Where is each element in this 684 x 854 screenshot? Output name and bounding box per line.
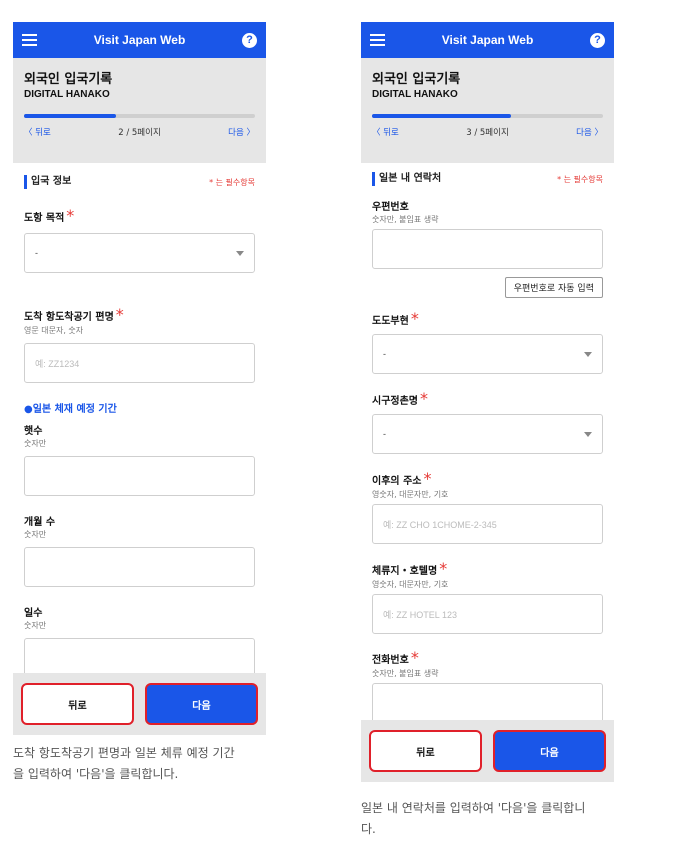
- postal-label: 우편번호: [372, 202, 409, 213]
- pager: 〈 뒤로 2 / 5페이지 다음 〉: [24, 126, 255, 138]
- page-count: 3 / 5페이지: [466, 128, 509, 138]
- address-input[interactable]: 예: ZZ CHO 1CHOME-2-345: [372, 504, 603, 544]
- address-hint: 영숫자, 대문자만, 기호: [372, 490, 449, 499]
- page-title: 외국인 입국기록: [372, 72, 461, 87]
- progress-fill: [24, 114, 117, 118]
- days-input[interactable]: [24, 638, 255, 678]
- left-screen: Visit Japan Web ? 외국인 입국기록 DIGITAL HANAK…: [13, 22, 266, 735]
- user-name: DIGITAL HANAKO: [372, 89, 458, 100]
- left-caption: 도착 항도착공기 편명과 일본 체류 예정 기간 을 입력하여 '다음'을 클릭…: [13, 743, 343, 785]
- years-label: 햇수: [24, 426, 43, 437]
- prefecture-select[interactable]: -: [372, 334, 603, 374]
- phone-hint: 숫자만, 붙임표 생략: [372, 669, 439, 678]
- top-bar: Visit Japan Web ?: [361, 22, 614, 58]
- flight-input[interactable]: 예: ZZ1234: [24, 343, 255, 383]
- chevron-down-icon: [236, 250, 244, 256]
- hotel-input[interactable]: 예: ZZ HOTEL 123: [372, 594, 603, 634]
- required-mark: *: [439, 559, 448, 578]
- caption-line: 일본 내 연락처를 입력하여 '다음'을 클릭합니: [361, 801, 586, 815]
- caption-line: 도착 항도착공기 편명과 일본 체류 예정 기간: [13, 746, 235, 760]
- required-mark: *: [66, 206, 75, 225]
- menu-icon[interactable]: [22, 34, 37, 46]
- address-placeholder: 예: ZZ CHO 1CHOME-2-345: [383, 519, 497, 530]
- back-link[interactable]: 〈 뒤로: [372, 126, 399, 138]
- back-link[interactable]: 〈 뒤로: [24, 126, 51, 138]
- days-hint: 숫자만: [24, 621, 47, 630]
- years-hint: 숫자만: [24, 439, 47, 448]
- postal-autofill-button[interactable]: 우편번호로 자동 입력: [504, 277, 603, 298]
- required-mark: *: [115, 305, 124, 324]
- flight-hint: 영문 대문자, 숫자: [24, 326, 84, 335]
- pager: 〈 뒤로 3 / 5페이지 다음 〉: [372, 126, 603, 138]
- next-button[interactable]: 다음: [145, 683, 258, 725]
- prefecture-label: 도도부현: [372, 316, 409, 327]
- section-title: 입국 정보: [24, 175, 71, 189]
- footer-bar: 뒤로 다음: [361, 720, 614, 782]
- page-count: 2 / 5페이지: [118, 128, 161, 138]
- required-note: * 는 필수항목: [209, 177, 255, 187]
- required-mark: *: [420, 389, 428, 408]
- flight-placeholder: 예: ZZ1234: [35, 358, 80, 369]
- purpose-select[interactable]: -: [24, 233, 255, 273]
- chevron-down-icon: [584, 431, 592, 437]
- postal-hint: 숫자만, 붙임표 생략: [372, 215, 439, 224]
- help-icon[interactable]: ?: [590, 32, 605, 48]
- page-title: 외국인 입국기록: [24, 72, 113, 87]
- city-label: 시구정촌명: [372, 396, 418, 407]
- city-value: -: [383, 429, 386, 439]
- app-title: Visit Japan Web: [441, 33, 534, 47]
- page-header: 외국인 입국기록 DIGITAL HANAKO 〈 뒤로 3 / 5페이지 다음…: [361, 58, 614, 163]
- user-name: DIGITAL HANAKO: [24, 89, 110, 100]
- required-mark: *: [410, 309, 419, 328]
- progress-bar: [24, 114, 255, 118]
- back-button[interactable]: 뒤로: [21, 683, 134, 725]
- caption-line: 다.: [361, 822, 376, 836]
- stay-period-heading: ●일본 체재 예정 기간: [24, 404, 117, 415]
- prefecture-value: -: [383, 349, 386, 359]
- months-hint: 숫자만: [24, 530, 47, 539]
- page-header: 외국인 입국기록 DIGITAL HANAKO 〈 뒤로 2 / 5페이지 다음…: [13, 58, 266, 163]
- required-note: * 는 필수항목: [557, 174, 603, 184]
- phone-label: 전화번호: [372, 655, 409, 666]
- progress-fill: [372, 114, 511, 118]
- app-title: Visit Japan Web: [93, 33, 186, 47]
- chevron-down-icon: [584, 351, 592, 357]
- next-button[interactable]: 다음: [493, 730, 606, 772]
- postal-input[interactable]: [372, 229, 603, 269]
- entry-form: 입국 정보 * 는 필수항목 도항 목적 * - 도착 항도착공기 편명 * 영문 …: [13, 163, 266, 678]
- right-caption: 일본 내 연락처를 입력하여 '다음'을 클릭합니 다.: [361, 798, 681, 840]
- contact-form: 일본 내 연락처 * 는 필수항목 우편번호 숫자만, 붙임표 생략 우편번호로…: [361, 163, 614, 723]
- progress-bar: [372, 114, 603, 118]
- hotel-hint: 영숫자, 대문자만, 기호: [372, 580, 449, 589]
- right-screen: Visit Japan Web ? 외국인 입국기록 DIGITAL HANAK…: [361, 22, 614, 782]
- months-input[interactable]: [24, 547, 255, 587]
- menu-icon[interactable]: [370, 34, 385, 46]
- months-label: 개월 수: [24, 517, 56, 528]
- hotel-placeholder: 예: ZZ HOTEL 123: [383, 609, 457, 620]
- top-bar: Visit Japan Web ?: [13, 22, 266, 58]
- back-button[interactable]: 뒤로: [369, 730, 482, 772]
- address-label: 이후의 주소: [372, 476, 422, 487]
- years-input[interactable]: [24, 456, 255, 496]
- phone-input[interactable]: [372, 683, 603, 723]
- next-link[interactable]: 다음 〉: [576, 126, 603, 138]
- flight-label: 도착 항도착공기 편명: [24, 312, 114, 323]
- hotel-label: 체류지・호텔명: [372, 566, 438, 577]
- purpose-value: -: [35, 248, 38, 258]
- footer-bar: 뒤로 다음: [13, 673, 266, 735]
- next-link[interactable]: 다음 〉: [228, 126, 255, 138]
- required-mark: *: [410, 648, 419, 667]
- required-mark: *: [423, 469, 432, 488]
- caption-line: 을 입력하여 '다음'을 클릭합니다.: [13, 767, 179, 781]
- help-icon[interactable]: ?: [242, 32, 257, 48]
- section-title: 일본 내 연락처: [372, 172, 441, 186]
- purpose-label: 도항 목적: [24, 213, 65, 224]
- city-select[interactable]: -: [372, 414, 603, 454]
- days-label: 일수: [24, 608, 43, 619]
